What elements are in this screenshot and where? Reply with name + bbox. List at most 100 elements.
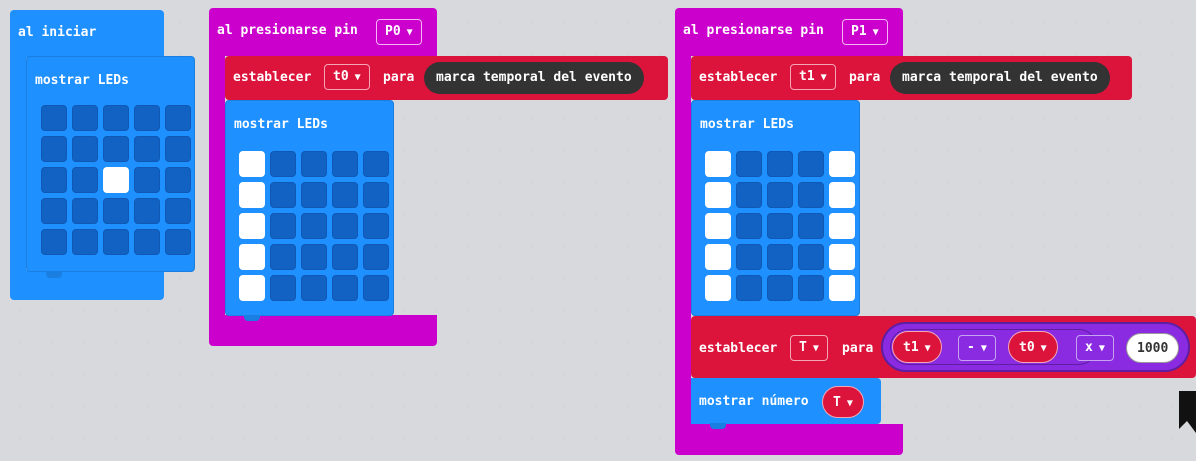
led-2-1[interactable] xyxy=(270,213,296,239)
led-0-2[interactable] xyxy=(103,105,129,131)
led-0-0[interactable] xyxy=(41,105,67,131)
led-3-4[interactable] xyxy=(363,244,389,270)
led-1-4[interactable] xyxy=(829,182,855,208)
led-1-2[interactable] xyxy=(767,182,793,208)
led-4-2[interactable] xyxy=(103,229,129,255)
led-4-3[interactable] xyxy=(798,275,824,301)
led-3-1[interactable] xyxy=(72,198,98,224)
led-1-1[interactable] xyxy=(72,136,98,162)
led-0-1[interactable] xyxy=(736,151,762,177)
led-3-1[interactable] xyxy=(270,244,296,270)
event-timestamp-reporter[interactable]: marca temporal del evento xyxy=(890,62,1110,94)
dropdown-arrow-icon: ▼ xyxy=(980,343,987,354)
led-3-3[interactable] xyxy=(332,244,358,270)
led-1-3[interactable] xyxy=(332,182,358,208)
led-2-3[interactable] xyxy=(134,167,160,193)
led-0-2[interactable] xyxy=(301,151,327,177)
led-4-1[interactable] xyxy=(736,275,762,301)
led-4-1[interactable] xyxy=(72,229,98,255)
dropdown-arrow-icon: ▼ xyxy=(1040,343,1047,354)
number-input[interactable]: 1000 xyxy=(1126,333,1180,363)
led-0-4[interactable] xyxy=(165,105,191,131)
led-4-1[interactable] xyxy=(270,275,296,301)
variable-dropdown[interactable]: T ▼ xyxy=(790,335,828,361)
led-3-4[interactable] xyxy=(165,198,191,224)
led-4-3[interactable] xyxy=(134,229,160,255)
set-label: establecer xyxy=(699,70,778,85)
led-4-0[interactable] xyxy=(705,275,731,301)
operator-dropdown[interactable]: - ▼ xyxy=(958,335,996,361)
pin-dropdown[interactable]: P0 ▼ xyxy=(376,19,422,45)
led-0-0[interactable] xyxy=(239,151,265,177)
led-0-4[interactable] xyxy=(363,151,389,177)
variable-reporter-t1[interactable]: t1 ▼ xyxy=(892,331,942,363)
led-1-2[interactable] xyxy=(301,182,327,208)
led-4-0[interactable] xyxy=(239,275,265,301)
led-3-0[interactable] xyxy=(41,198,67,224)
led-3-0[interactable] xyxy=(705,244,731,270)
operator-dropdown[interactable]: x ▼ xyxy=(1076,335,1114,361)
led-3-1[interactable] xyxy=(736,244,762,270)
led-2-0[interactable] xyxy=(239,213,265,239)
led-0-3[interactable] xyxy=(798,151,824,177)
pin-dropdown[interactable]: P1 ▼ xyxy=(842,19,888,45)
led-0-1[interactable] xyxy=(270,151,296,177)
led-2-0[interactable] xyxy=(41,167,67,193)
led-1-0[interactable] xyxy=(705,182,731,208)
led-3-4[interactable] xyxy=(829,244,855,270)
led-matrix[interactable] xyxy=(239,151,389,301)
led-3-2[interactable] xyxy=(301,244,327,270)
led-3-0[interactable] xyxy=(239,244,265,270)
led-1-1[interactable] xyxy=(270,182,296,208)
led-3-3[interactable] xyxy=(134,198,160,224)
led-0-1[interactable] xyxy=(72,105,98,131)
led-2-2[interactable] xyxy=(103,167,129,193)
led-1-3[interactable] xyxy=(134,136,160,162)
led-matrix[interactable] xyxy=(41,105,191,255)
led-1-4[interactable] xyxy=(165,136,191,162)
led-matrix[interactable] xyxy=(705,151,855,301)
led-4-4[interactable] xyxy=(165,229,191,255)
led-2-4[interactable] xyxy=(363,213,389,239)
variable-dropdown[interactable]: t1 ▼ xyxy=(790,64,836,90)
led-4-4[interactable] xyxy=(363,275,389,301)
led-0-3[interactable] xyxy=(332,151,358,177)
show-leds-block[interactable]: mostrar LEDs xyxy=(691,100,860,316)
led-4-2[interactable] xyxy=(767,275,793,301)
variable-reporter-T[interactable]: T ▼ xyxy=(822,386,864,418)
led-2-2[interactable] xyxy=(767,213,793,239)
led-2-4[interactable] xyxy=(165,167,191,193)
led-2-1[interactable] xyxy=(72,167,98,193)
led-2-4[interactable] xyxy=(829,213,855,239)
led-2-0[interactable] xyxy=(705,213,731,239)
led-1-0[interactable] xyxy=(239,182,265,208)
led-3-2[interactable] xyxy=(767,244,793,270)
connector-notch xyxy=(710,423,726,429)
show-leds-block[interactable]: mostrar LEDs xyxy=(225,100,394,316)
led-3-2[interactable] xyxy=(103,198,129,224)
led-0-3[interactable] xyxy=(134,105,160,131)
led-0-2[interactable] xyxy=(767,151,793,177)
led-1-2[interactable] xyxy=(103,136,129,162)
led-4-3[interactable] xyxy=(332,275,358,301)
led-4-0[interactable] xyxy=(41,229,67,255)
led-0-4[interactable] xyxy=(829,151,855,177)
led-3-3[interactable] xyxy=(798,244,824,270)
variable-reporter-t0[interactable]: t0 ▼ xyxy=(1008,331,1058,363)
led-1-3[interactable] xyxy=(798,182,824,208)
led-1-0[interactable] xyxy=(41,136,67,162)
led-4-2[interactable] xyxy=(301,275,327,301)
event-timestamp-reporter[interactable]: marca temporal del evento xyxy=(424,62,644,94)
show-leds-block[interactable]: mostrar LEDs xyxy=(26,56,195,272)
connector-notch xyxy=(244,315,260,321)
led-2-1[interactable] xyxy=(736,213,762,239)
led-4-4[interactable] xyxy=(829,275,855,301)
variable-dropdown[interactable]: t0 ▼ xyxy=(324,64,370,90)
led-2-2[interactable] xyxy=(301,213,327,239)
led-2-3[interactable] xyxy=(798,213,824,239)
led-1-1[interactable] xyxy=(736,182,762,208)
bookmark-icon[interactable] xyxy=(1179,391,1196,433)
led-0-0[interactable] xyxy=(705,151,731,177)
led-1-4[interactable] xyxy=(363,182,389,208)
led-2-3[interactable] xyxy=(332,213,358,239)
